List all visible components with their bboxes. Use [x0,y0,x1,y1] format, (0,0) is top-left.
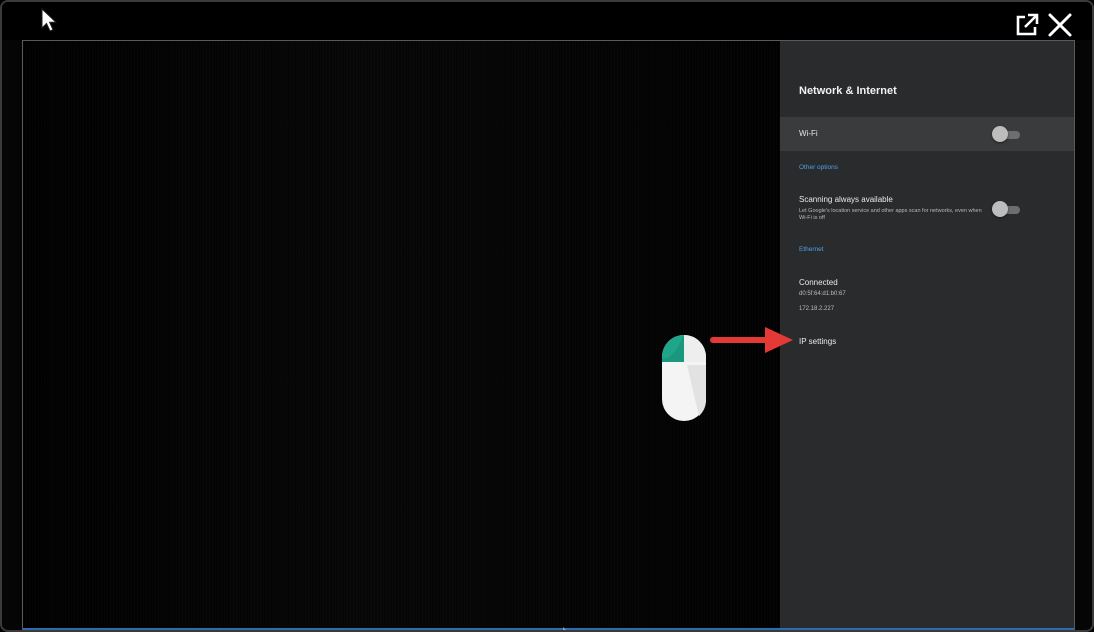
scanning-setting-row[interactable]: Scanning always available Let Google's l… [780,191,1074,227]
toggle-thumb [992,201,1008,217]
panel-title: Network & Internet [799,85,897,97]
mouse-icon [662,335,707,421]
toggle-thumb [992,126,1008,142]
title-bar [2,2,1092,40]
scanning-toggle[interactable] [992,201,1020,217]
remote-window: Network & Internet Wi-Fi Other options S… [0,0,1094,632]
red-arrow-icon [710,327,793,353]
ip-address: 172.18.2.227 [799,306,835,312]
ethernet-header: Ethernet [799,246,824,253]
scanning-description: Let Google's location service and other … [799,208,982,221]
network-settings-panel: Network & Internet Wi-Fi Other options S… [780,41,1074,630]
bottom-accent-bar [23,628,1074,630]
ip-settings-label: IP settings [799,337,837,346]
mac-address: d0:5f:64:d1:b0:67 [799,291,846,297]
other-options-header: Other options [799,164,839,171]
cursor-icon [41,8,58,32]
pointer-icon [563,627,567,630]
wifi-setting-row[interactable]: Wi-Fi [780,117,1074,151]
close-icon[interactable] [1046,11,1074,39]
wifi-toggle[interactable] [992,126,1020,142]
scanning-title: Scanning always available [799,195,893,204]
wifi-label: Wi-Fi [799,129,818,138]
connection-status: Connected [799,278,838,287]
ethernet-connection-item: Connected d0:5f:64:d1:b0:67 172.18.2.227 [780,275,1074,315]
tv-screen: Network & Internet Wi-Fi Other options S… [22,40,1075,630]
ip-settings-item[interactable]: IP settings [780,331,1074,353]
external-link-icon[interactable] [1014,12,1040,38]
